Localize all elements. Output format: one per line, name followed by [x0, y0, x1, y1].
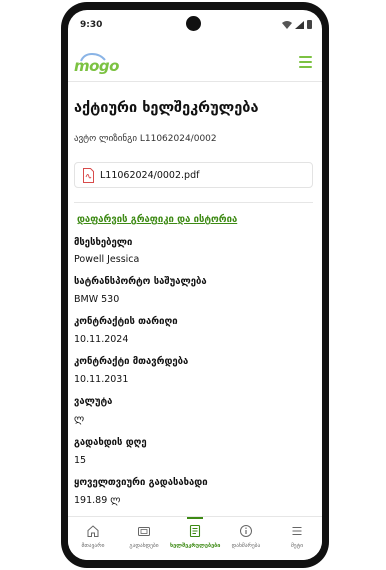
nav-contracts-label: ხელშეკრულებები [170, 543, 221, 549]
nav-payments[interactable]: გადახდები [119, 517, 169, 560]
nav-contracts[interactable]: ხელშეკრულებები [170, 517, 220, 560]
currency-label: ვალუტა [74, 396, 113, 407]
contract-date-label: კონტრაქტის თარიღი [74, 316, 178, 327]
vehicle-label: სატრანსპორტო საშუალება [74, 276, 207, 287]
wallet-icon [138, 527, 150, 536]
contract-icon [189, 524, 201, 538]
status-time: 9:30 [80, 20, 103, 30]
status-bar: 9:30 [68, 10, 322, 38]
contract-subtitle: ავტო ლიზინგი L11062024/0002 [74, 134, 217, 144]
payment-day-value: 15 [74, 455, 87, 466]
pdf-icon [83, 168, 94, 183]
borrower-label: მსესხებელი [74, 237, 133, 248]
payment-schedule-link[interactable]: დაფარვის გრაფიკი და ისტორია [77, 214, 237, 225]
document-name: L11062024/0002.pdf [100, 170, 200, 181]
menu-icon [292, 526, 302, 536]
monthly-payment-label: ყოველთვიური გადასახადი [74, 477, 208, 488]
bottom-navigation: მთავარი გადახდები ხელშეკრულებები დახმარე [68, 516, 322, 560]
hamburger-menu-icon[interactable] [299, 56, 312, 68]
active-tab-indicator [187, 517, 203, 519]
currency-value: ლ [74, 414, 85, 425]
nav-more[interactable]: მეტი [272, 517, 322, 560]
vehicle-value: BMW 530 [74, 294, 120, 305]
app-header: mogo [68, 42, 322, 82]
phone-screen: 9:30 mogo აქტიური ხელშეკრულება ავტო ლიზი… [68, 10, 322, 560]
mogo-logo[interactable]: mogo [74, 52, 119, 75]
contract-end-value: 10.11.2031 [74, 374, 129, 385]
wifi-icon [282, 20, 292, 29]
nav-home-label: მთავარი [81, 543, 105, 549]
battery-icon [307, 20, 312, 29]
contract-date-value: 10.11.2024 [74, 334, 129, 345]
payment-day-label: გადახდის დღე [74, 437, 147, 448]
nav-more-label: მეტი [290, 543, 304, 549]
divider [74, 202, 313, 203]
camera-cutout [186, 16, 201, 31]
page-title: აქტიური ხელშეკრულება [74, 100, 259, 116]
nav-payments-label: გადახდები [129, 543, 159, 549]
nav-help[interactable]: დახმარება [221, 517, 271, 560]
status-icons [282, 20, 312, 29]
document-card[interactable]: L11062024/0002.pdf [74, 162, 313, 188]
logo-text: mogo [74, 57, 119, 75]
borrower-value: Powell Jessica [74, 254, 140, 265]
signal-icon [295, 20, 304, 29]
info-icon [240, 525, 252, 537]
monthly-payment-value: 191.89 ლ [74, 495, 121, 506]
nav-help-label: დახმარება [231, 543, 261, 549]
nav-home[interactable]: მთავარი [68, 517, 118, 560]
contract-end-label: კონტრაქტი მთავრდება [74, 356, 189, 367]
home-icon [87, 525, 99, 537]
